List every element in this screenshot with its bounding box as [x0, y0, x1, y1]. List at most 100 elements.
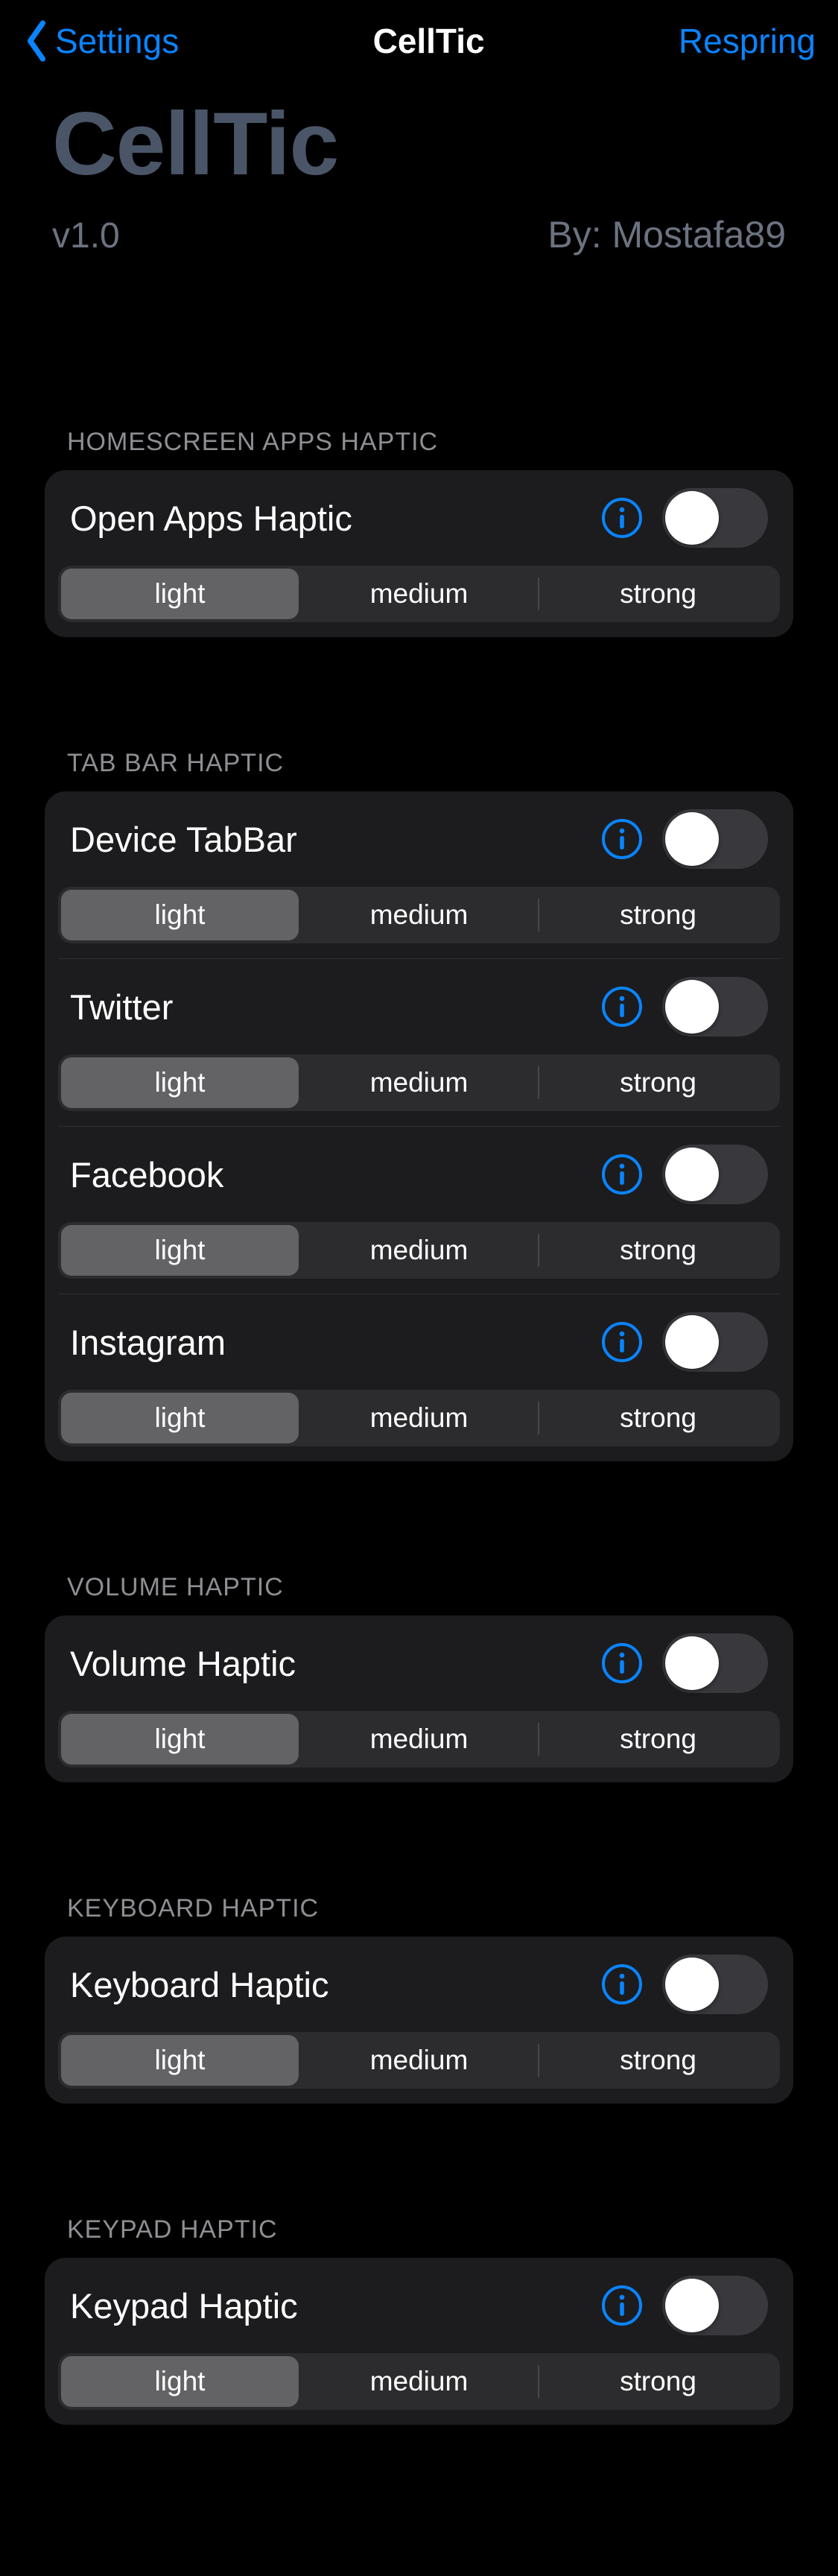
settings-section: HOMESCREEN APPS HAPTICOpen Apps Hapticli…	[45, 428, 793, 637]
segment-medium[interactable]: medium	[300, 1057, 538, 1108]
hero: CellTic v1.0 By: Mostafa89	[0, 82, 838, 279]
segment-row: lightmediumstrong	[45, 1222, 793, 1294]
segment-medium[interactable]: medium	[300, 2356, 538, 2407]
setting-row: Twitter	[45, 959, 793, 1054]
toggle-switch[interactable]	[662, 2276, 768, 2335]
segment-medium[interactable]: medium	[300, 1393, 538, 1443]
row-header: Twitter	[70, 978, 768, 1036]
row-header: Instagram	[70, 1313, 768, 1371]
setting-row: Device TabBar	[45, 791, 793, 887]
segmented-control[interactable]: lightmediumstrong	[58, 1390, 780, 1446]
switch-knob	[665, 491, 719, 545]
setting-label: Volume Haptic	[70, 1643, 296, 1684]
section-header: TAB BAR HAPTIC	[67, 749, 793, 778]
segmented-control[interactable]: lightmediumstrong	[58, 887, 780, 943]
segment-strong[interactable]: strong	[539, 569, 777, 619]
row-accessories	[601, 977, 768, 1037]
segmented-control[interactable]: lightmediumstrong	[58, 1222, 780, 1279]
settings-section: VOLUME HAPTIC Volume Haptic lightmediumstr…	[45, 1573, 793, 1782]
segment-light[interactable]: light	[61, 2035, 299, 2086]
info-icon[interactable]	[601, 1153, 643, 1195]
app-name: CellTic	[52, 97, 786, 191]
segment-light[interactable]: light	[61, 1057, 299, 1108]
respring-button[interactable]: Respring	[679, 21, 816, 61]
segment-strong[interactable]: strong	[539, 1225, 777, 1276]
toggle-switch[interactable]	[662, 1955, 768, 2014]
setting-row: Facebook	[45, 1127, 793, 1222]
setting-row: Volume Haptic	[45, 1615, 793, 1711]
chevron-left-icon	[22, 19, 51, 63]
info-icon[interactable]	[601, 1963, 643, 2005]
section-header: VOLUME HAPTIC	[67, 1573, 793, 1602]
segment-strong[interactable]: strong	[539, 2356, 777, 2407]
segment-row: lightmediumstrong	[45, 1390, 793, 1461]
segment-row: lightmediumstrong	[45, 887, 793, 958]
switch-knob	[665, 1148, 719, 1201]
segment-light[interactable]: light	[61, 2356, 299, 2407]
segment-row: lightmediumstrong	[45, 2032, 793, 2104]
settings-group: Volume Haptic lightmediumstrong	[45, 1615, 793, 1782]
segment-light[interactable]: light	[61, 890, 299, 940]
segment-light[interactable]: light	[61, 569, 299, 619]
info-icon[interactable]	[601, 986, 643, 1028]
segmented-control[interactable]: lightmediumstrong	[58, 1054, 780, 1111]
toggle-switch[interactable]	[662, 1633, 768, 1693]
row-accessories	[601, 488, 768, 548]
segmented-control[interactable]: lightmediumstrong	[58, 2032, 780, 2089]
segment-medium[interactable]: medium	[300, 1714, 538, 1765]
settings-section: TAB BAR HAPTICDevice TabBarlightmediumst…	[45, 749, 793, 1461]
segmented-control[interactable]: lightmediumstrong	[58, 566, 780, 622]
info-icon[interactable]	[601, 818, 643, 860]
settings-section: KEYPAD HAPTIC Keypad Haptic lightmediumstr…	[45, 2215, 793, 2425]
segmented-control[interactable]: lightmediumstrong	[58, 1711, 780, 1768]
segment-strong[interactable]: strong	[539, 1714, 777, 1765]
page-title: CellTic	[373, 21, 485, 61]
segment-strong[interactable]: strong	[539, 1057, 777, 1108]
segment-medium[interactable]: medium	[300, 890, 538, 940]
segment-light[interactable]: light	[61, 1714, 299, 1765]
row-header: Facebook	[70, 1145, 768, 1203]
setting-row: Open Apps Haptic	[45, 470, 793, 566]
settings-group: Keypad Haptic lightmediumstrong	[45, 2258, 793, 2425]
switch-knob	[665, 1958, 719, 2011]
segment-medium[interactable]: medium	[300, 1225, 538, 1276]
settings-group: Keyboard Hapticlightmediumstrong	[45, 1937, 793, 2104]
row-accessories	[601, 1312, 768, 1372]
setting-label: Device TabBar	[70, 819, 297, 860]
toggle-switch[interactable]	[662, 488, 768, 548]
row-accessories	[601, 809, 768, 869]
segment-strong[interactable]: strong	[539, 2035, 777, 2086]
segment-row: lightmediumstrong	[45, 1054, 793, 1126]
segment-medium[interactable]: medium	[300, 2035, 538, 2086]
setting-label: Keypad Haptic	[70, 2285, 298, 2326]
switch-knob	[665, 812, 719, 866]
segment-row: lightmediumstrong	[45, 566, 793, 637]
switch-knob	[665, 2279, 719, 2332]
segmented-control[interactable]: lightmediumstrong	[58, 2353, 780, 2410]
segment-strong[interactable]: strong	[539, 890, 777, 940]
settings-group: Open Apps Haptic lightmediumstrong	[45, 470, 793, 637]
row-header: Device TabBar	[70, 810, 768, 868]
segment-light[interactable]: light	[61, 1393, 299, 1443]
row-accessories	[601, 1633, 768, 1693]
segment-medium[interactable]: medium	[300, 569, 538, 619]
segment-strong[interactable]: strong	[539, 1393, 777, 1443]
row-header: Open Apps Haptic	[70, 489, 768, 547]
toggle-switch[interactable]	[662, 809, 768, 869]
back-button[interactable]: Settings	[22, 19, 179, 63]
setting-label: Twitter	[70, 987, 173, 1028]
info-icon[interactable]	[601, 2285, 643, 2326]
toggle-switch[interactable]	[662, 977, 768, 1037]
toggle-switch[interactable]	[662, 1312, 768, 1372]
info-icon[interactable]	[601, 1642, 643, 1684]
author-label: By: Mostafa89	[547, 213, 786, 256]
section-header: KEYPAD HAPTIC	[67, 2215, 793, 2244]
row-accessories	[601, 1145, 768, 1204]
info-icon[interactable]	[601, 497, 643, 539]
segment-light[interactable]: light	[61, 1225, 299, 1276]
switch-knob	[665, 1636, 719, 1690]
toggle-switch[interactable]	[662, 1145, 768, 1204]
version-label: v1.0	[52, 215, 120, 256]
settings-content: HOMESCREEN APPS HAPTICOpen Apps Hapticli…	[0, 428, 838, 2425]
info-icon[interactable]	[601, 1321, 643, 1363]
